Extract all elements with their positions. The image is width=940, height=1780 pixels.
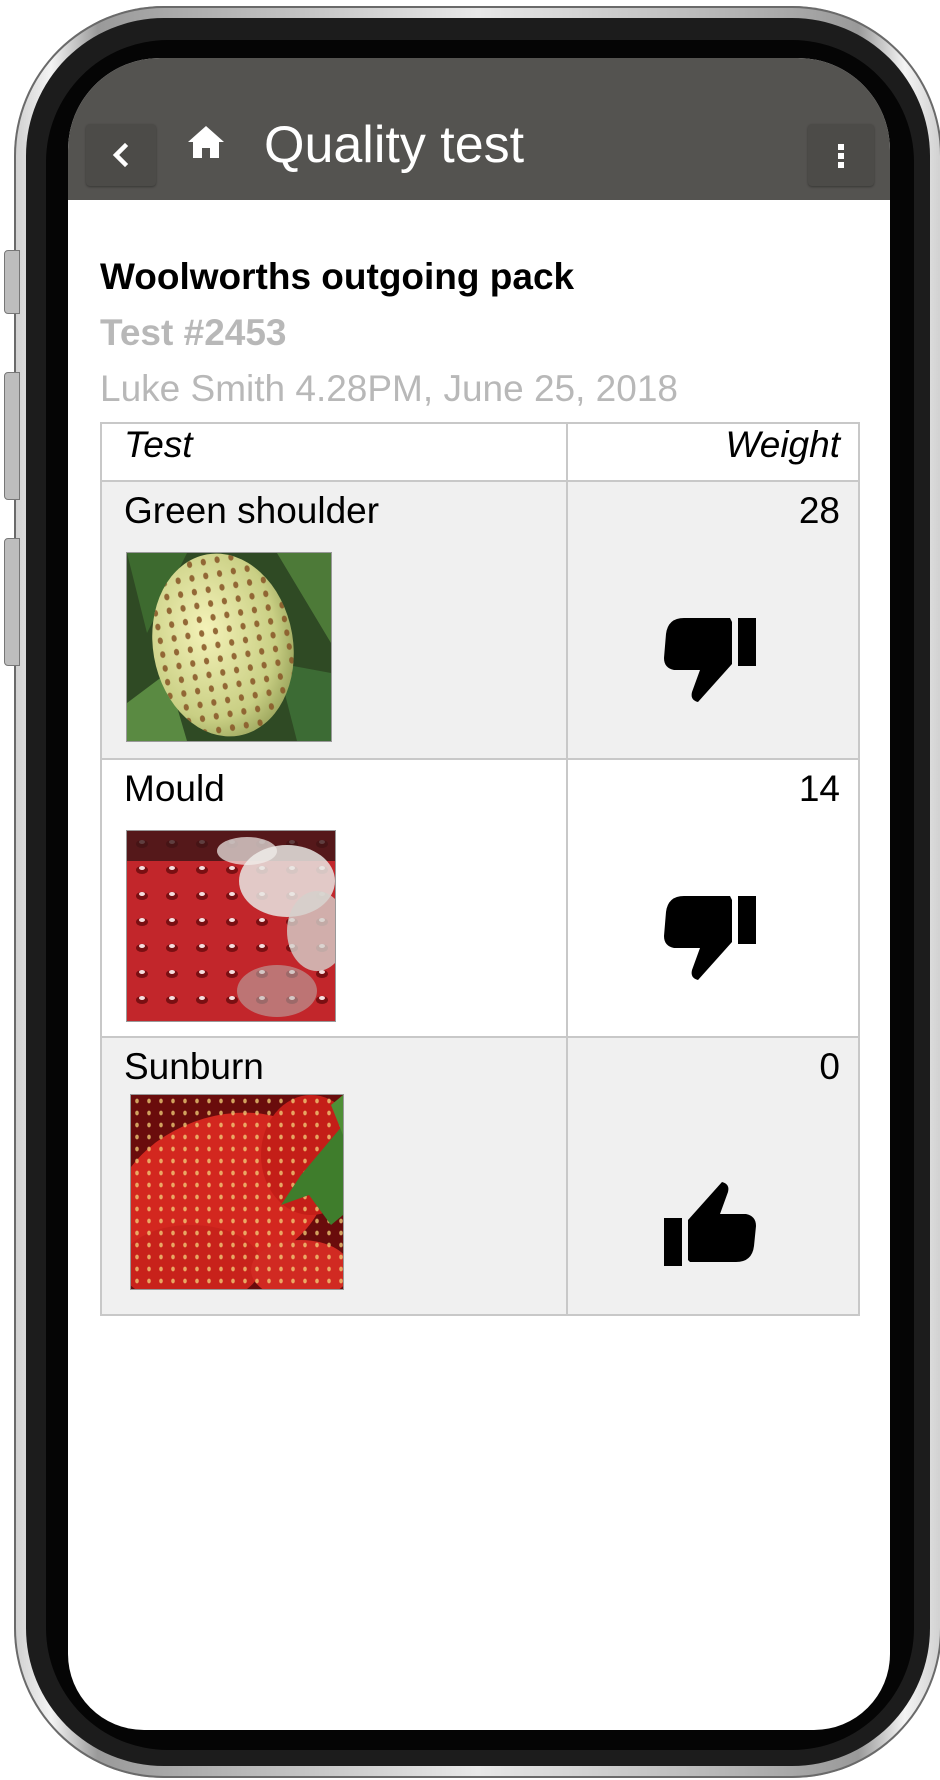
weight-value: 28 bbox=[798, 490, 840, 531]
home-icon[interactable] bbox=[186, 124, 226, 160]
test-label: Mould bbox=[124, 768, 225, 809]
column-header-test: Test bbox=[100, 422, 568, 482]
app-header: Quality test bbox=[68, 58, 890, 200]
thumbs-down-icon bbox=[664, 896, 756, 980]
table-header-row: Test Weight bbox=[100, 422, 860, 482]
thumbs-down-icon bbox=[664, 618, 756, 702]
page-title: Quality test bbox=[264, 116, 525, 174]
test-meta: Luke Smith 4.28PM, June 25, 2018 bbox=[100, 368, 678, 409]
unripe-strawberry-photo bbox=[126, 552, 332, 742]
test-label: Sunburn bbox=[124, 1046, 264, 1087]
test-cell: Mould bbox=[100, 758, 568, 1038]
weight-cell: 14 bbox=[566, 758, 860, 1038]
ripe-strawberries-photo bbox=[130, 1094, 344, 1290]
table-row[interactable]: Sunburn 0 bbox=[100, 1036, 860, 1316]
mouldy-strawberry-photo bbox=[126, 830, 336, 1022]
more-menu-button[interactable] bbox=[808, 124, 874, 186]
chevron-left-icon bbox=[112, 142, 129, 168]
table-row[interactable]: Green shoulder 28 bbox=[100, 480, 860, 760]
pack-name: Woolworths outgoing pack bbox=[100, 256, 575, 297]
test-label: Green shoulder bbox=[124, 490, 380, 531]
column-header-weight: Weight bbox=[566, 422, 860, 482]
more-vertical-icon bbox=[838, 144, 844, 168]
weight-value: 0 bbox=[819, 1046, 840, 1087]
results-table: Test Weight Green shoulder 28 Mould 14 S… bbox=[100, 422, 860, 1316]
phone-side-button bbox=[4, 538, 20, 666]
back-button[interactable] bbox=[86, 124, 156, 186]
table-row[interactable]: Mould 14 bbox=[100, 758, 860, 1038]
thumbs-up-icon bbox=[664, 1182, 756, 1266]
weight-value: 14 bbox=[798, 768, 840, 809]
phone-screen: Quality test Woolworths outgoing pack Te… bbox=[68, 58, 890, 1730]
test-number: Test #2453 bbox=[100, 312, 287, 353]
weight-cell: 0 bbox=[566, 1036, 860, 1316]
weight-cell: 28 bbox=[566, 480, 860, 760]
test-cell: Sunburn bbox=[100, 1036, 568, 1316]
phone-side-button bbox=[4, 250, 20, 314]
phone-side-button bbox=[4, 372, 20, 500]
test-cell: Green shoulder bbox=[100, 480, 568, 760]
